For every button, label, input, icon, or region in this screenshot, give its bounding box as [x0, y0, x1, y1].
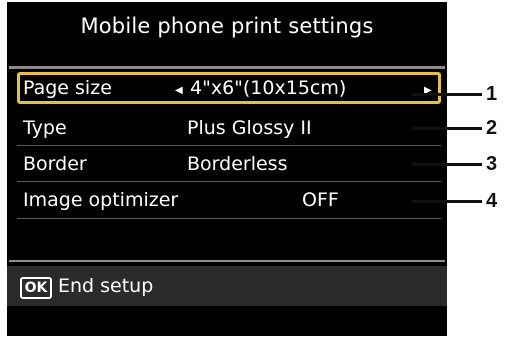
footer-divider: [9, 260, 445, 262]
footer-bar: OK End setup: [7, 266, 447, 306]
title-divider: [9, 66, 445, 69]
row-divider: [17, 145, 441, 146]
callout-number-3: 3: [486, 153, 498, 175]
callout-line-4: [412, 200, 482, 203]
callout-line-1: [412, 93, 482, 96]
callout-number-1: 1: [486, 83, 498, 105]
setting-row-border[interactable]: Border Borderless: [17, 148, 441, 180]
setting-row-image-optimizer[interactable]: Image optimizer OFF: [17, 184, 441, 216]
row-divider: [17, 181, 441, 182]
setting-row-type[interactable]: Type Plus Glossy II: [17, 112, 441, 144]
setting-value: Plus Glossy II: [187, 117, 312, 139]
ok-button[interactable]: OK: [20, 277, 52, 299]
setting-label: Border: [23, 153, 87, 175]
end-setup-label: End setup: [58, 275, 154, 297]
arrow-left-icon[interactable]: ◀: [175, 85, 183, 96]
lcd-screen: Mobile phone print settings Page size ◀ …: [7, 2, 447, 336]
page-title: Mobile phone print settings: [80, 14, 374, 38]
setting-label: Image optimizer: [23, 189, 179, 211]
setting-value: 4"x6"(10x15cm): [190, 77, 347, 99]
callout-line-3: [412, 163, 482, 166]
setting-value: OFF: [302, 189, 339, 211]
callout-number-2: 2: [486, 117, 498, 139]
setting-row-page-size[interactable]: Page size ◀ 4"x6"(10x15cm) ▶: [17, 72, 441, 104]
setting-label: Page size: [23, 77, 112, 99]
setting-value: Borderless: [187, 153, 288, 175]
setting-label: Type: [23, 117, 67, 139]
row-divider: [17, 218, 441, 219]
callout-line-2: [412, 127, 482, 130]
callout-number-4: 4: [486, 190, 498, 212]
